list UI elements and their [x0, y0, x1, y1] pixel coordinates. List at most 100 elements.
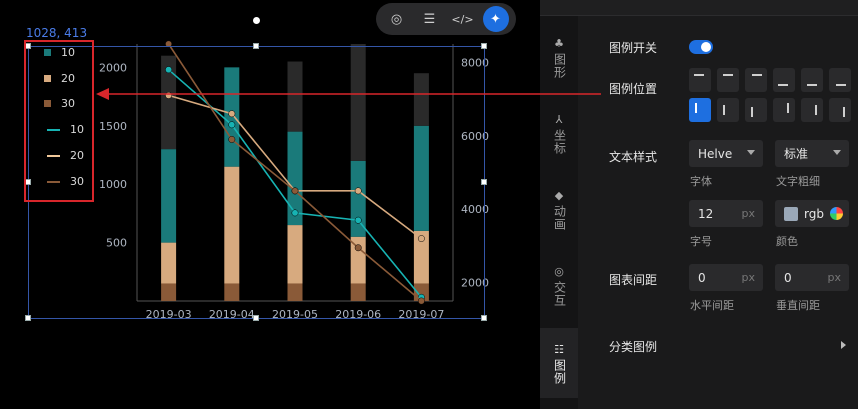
- panel-tab-strip: [540, 0, 858, 16]
- sidebar-item-axis[interactable]: ⅄ 坐标: [540, 112, 578, 155]
- position-marker: [694, 74, 704, 76]
- position-marker: [787, 103, 789, 113]
- font-size-input[interactable]: 12 px: [689, 200, 763, 227]
- legend-swatch: [47, 180, 60, 183]
- horizontal-spacing-unit: px: [741, 271, 756, 284]
- legend-swatch: [44, 75, 51, 82]
- legend-toggle-switch[interactable]: [689, 40, 713, 54]
- panel-sidebar: ♣ 图形 ⅄ 坐标 ◆ 动画 ◎ 交互 ☷ 图例: [540, 16, 578, 409]
- interaction-icon: ◎: [554, 265, 564, 278]
- position-marker: [815, 105, 817, 115]
- position-top-left[interactable]: [689, 68, 711, 92]
- vertical-spacing-caption: 垂直间距: [776, 299, 820, 312]
- color-picker[interactable]: rgb: [775, 200, 849, 227]
- rotate-handle[interactable]: [253, 17, 260, 24]
- chevron-right-icon[interactable]: [841, 341, 846, 349]
- sidebar-item-label: 交互: [552, 281, 567, 307]
- legend-item-bar-30[interactable]: 30: [44, 97, 75, 110]
- position-right-top[interactable]: [773, 98, 795, 122]
- vertical-spacing-input[interactable]: 0 px: [775, 264, 849, 291]
- font-weight-select[interactable]: 标准: [775, 140, 849, 167]
- coordinate-readout: 1028, 413: [26, 26, 88, 40]
- position-marker: [752, 74, 762, 76]
- axis-icon: ⅄: [555, 113, 563, 126]
- position-right-bottom[interactable]: [829, 98, 851, 122]
- color-swatch: [784, 206, 798, 221]
- resize-handle-bl[interactable]: [25, 315, 31, 321]
- sidebar-item-interaction[interactable]: ◎ 交互: [540, 264, 578, 307]
- sidebar-item-label: 图形: [552, 53, 567, 79]
- font-family-select[interactable]: Helve: [689, 140, 763, 167]
- position-left-bottom[interactable]: [745, 98, 767, 122]
- interaction-icon[interactable]: ◎: [384, 6, 410, 32]
- legend-item-bar-10[interactable]: 10: [44, 46, 75, 59]
- position-right-middle[interactable]: [801, 98, 823, 122]
- horizontal-spacing-caption: 水平间距: [690, 299, 734, 312]
- font-size-caption: 字号: [690, 235, 712, 248]
- sidebar-item-label: 动画: [552, 205, 567, 231]
- position-marker: [723, 105, 725, 115]
- sidebar-item-shape[interactable]: ♣ 图形: [540, 36, 578, 79]
- position-marker: [778, 84, 788, 86]
- animation-icon: ◆: [554, 189, 564, 202]
- legend-list-icon: ☷: [554, 343, 564, 356]
- position-marker: [843, 107, 845, 117]
- position-bottom-center[interactable]: [801, 68, 823, 92]
- sidebar-item-label: 坐标: [552, 129, 567, 155]
- color-caption: 颜色: [776, 235, 798, 248]
- color-wheel-icon[interactable]: [830, 207, 843, 220]
- position-left-middle[interactable]: [717, 98, 739, 122]
- chevron-down-icon: [833, 150, 841, 155]
- chart-spacing-label: 图表间距: [609, 273, 658, 287]
- sidebar-item-label: 图例: [552, 359, 567, 385]
- chart-canvas[interactable]: 500 1000 1500 2000 2000 4000 6000 8000 2019-03 20…: [0, 0, 540, 409]
- position-bottom-left[interactable]: [773, 68, 795, 92]
- resize-handle-tm[interactable]: [253, 43, 259, 49]
- legend-item-line-20[interactable]: 20: [47, 149, 84, 162]
- position-top-center[interactable]: [717, 68, 739, 92]
- legend-label: 30: [61, 97, 75, 110]
- legend-toggle-label: 图例开关: [609, 41, 658, 55]
- legend-item-line-30[interactable]: 30: [47, 175, 84, 188]
- property-panel: ♣ 图形 ⅄ 坐标 ◆ 动画 ◎ 交互 ☷ 图例 图例开关 图例位置 文本样式 Helve…: [540, 0, 858, 409]
- position-top-right[interactable]: [745, 68, 767, 92]
- position-marker: [723, 74, 733, 76]
- text-style-label: 文本样式: [609, 150, 658, 164]
- settings-sliders-icon[interactable]: ☰: [417, 6, 443, 32]
- legend-swatch: [47, 128, 60, 131]
- position-bottom-right[interactable]: [829, 68, 851, 92]
- resize-handle-br[interactable]: [481, 315, 487, 321]
- horizontal-spacing-value: 0: [698, 270, 706, 285]
- legend-label: 20: [70, 149, 84, 162]
- code-icon[interactable]: </>: [450, 6, 476, 32]
- font-size-unit: px: [741, 207, 756, 220]
- ai-sparkle-icon[interactable]: ✦: [482, 6, 509, 32]
- resize-handle-tr[interactable]: [481, 43, 487, 49]
- legend-position-label: 图例位置: [609, 82, 658, 96]
- legend-label: 30: [70, 175, 84, 188]
- legend-item-line-10[interactable]: 10: [47, 123, 84, 136]
- position-marker: [751, 107, 753, 117]
- sidebar-item-animation[interactable]: ◆ 动画: [540, 188, 578, 231]
- resize-handle-bm[interactable]: [253, 315, 259, 321]
- legend-label: 10: [70, 123, 84, 136]
- color-value: rgb: [804, 206, 824, 221]
- category-legend-label[interactable]: 分类图例: [609, 338, 657, 355]
- horizontal-spacing-input[interactable]: 0 px: [689, 264, 763, 291]
- floating-toolbar: ◎ ☰ </> ✦: [376, 3, 516, 35]
- legend-item-bar-20[interactable]: 20: [44, 72, 75, 85]
- legend-swatch: [47, 154, 60, 157]
- callout-arrow: [96, 88, 601, 100]
- sidebar-item-legend[interactable]: ☷ 图例: [540, 328, 578, 398]
- position-left-top[interactable]: [689, 98, 711, 122]
- position-marker: [807, 84, 817, 86]
- resize-handle-mr[interactable]: [481, 179, 487, 185]
- font-weight-caption: 文字粗细: [776, 175, 820, 188]
- font-weight-value: 标准: [784, 147, 809, 161]
- legend-label: 20: [61, 72, 75, 85]
- chevron-down-icon: [747, 150, 755, 155]
- shape-icon: ♣: [554, 37, 564, 50]
- vertical-spacing-unit: px: [827, 271, 842, 284]
- legend-label: 10: [61, 46, 75, 59]
- font-family-caption: 字体: [690, 175, 712, 188]
